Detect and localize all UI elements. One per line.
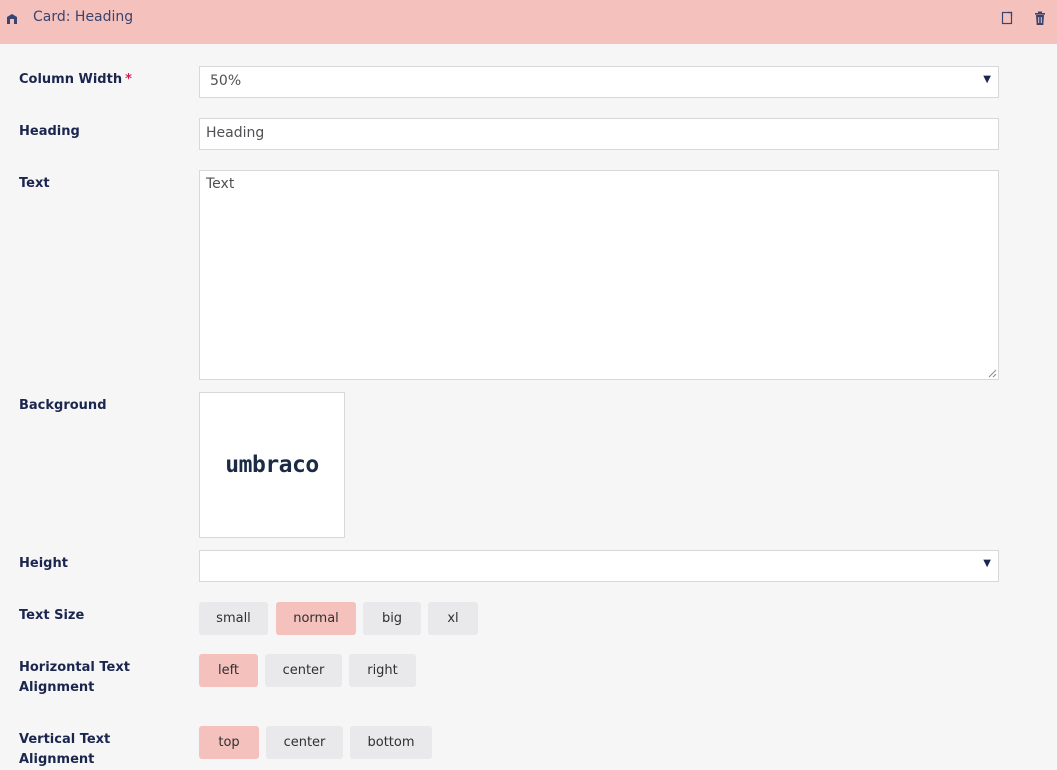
vertical-alignment-option-bottom[interactable]: bottom [350, 726, 432, 759]
umbraco-logo: umbraco [225, 452, 319, 478]
text-value: Text [206, 176, 235, 192]
column-width-value: 50% [210, 73, 242, 89]
horizontal-alignment-option-right[interactable]: right [349, 654, 416, 687]
background-media-picker[interactable]: umbraco [199, 392, 345, 538]
text-textarea[interactable]: Text [199, 170, 999, 380]
chevron-down-icon: ▼ [983, 74, 991, 85]
chevron-down-icon: ▼ [983, 558, 991, 569]
height-select[interactable]: ▼ [199, 550, 999, 582]
vertical-alignment-option-center[interactable]: center [266, 726, 343, 759]
background-image-thumbnail: umbraco [205, 398, 339, 532]
heading-value: Heading [206, 125, 265, 141]
heading-input[interactable]: Heading [199, 118, 999, 150]
text-size-option-big[interactable]: big [363, 602, 421, 635]
text-size-option-small[interactable]: small [199, 602, 268, 635]
vertical-alignment-label: Vertical Text Alignment [19, 732, 111, 767]
text-size-option-normal[interactable]: normal [276, 602, 356, 635]
text-size-option-xl[interactable]: xl [428, 602, 478, 635]
horizontal-alignment-option-center[interactable]: center [265, 654, 342, 687]
text-label: Text [19, 176, 50, 191]
element-type-icon [7, 14, 17, 24]
background-label: Background [19, 398, 107, 413]
vertical-alignment-option-top[interactable]: top [199, 726, 259, 759]
resize-handle-icon[interactable] [988, 369, 997, 378]
horizontal-alignment-label: Horizontal Text Alignment [19, 660, 130, 695]
height-label: Height [19, 556, 68, 571]
column-width-label: Column Width * [19, 72, 132, 87]
text-size-label: Text Size [19, 608, 85, 623]
block-header: Card: Heading [0, 0, 1057, 44]
required-marker: * [125, 72, 132, 87]
column-width-select[interactable]: 50% ▼ [199, 66, 999, 98]
horizontal-alignment-option-left[interactable]: left [199, 654, 258, 687]
block-title: Card: Heading [33, 9, 134, 25]
heading-label: Heading [19, 124, 80, 139]
delete-icon[interactable] [1032, 10, 1048, 26]
copy-icon[interactable] [1000, 10, 1016, 26]
